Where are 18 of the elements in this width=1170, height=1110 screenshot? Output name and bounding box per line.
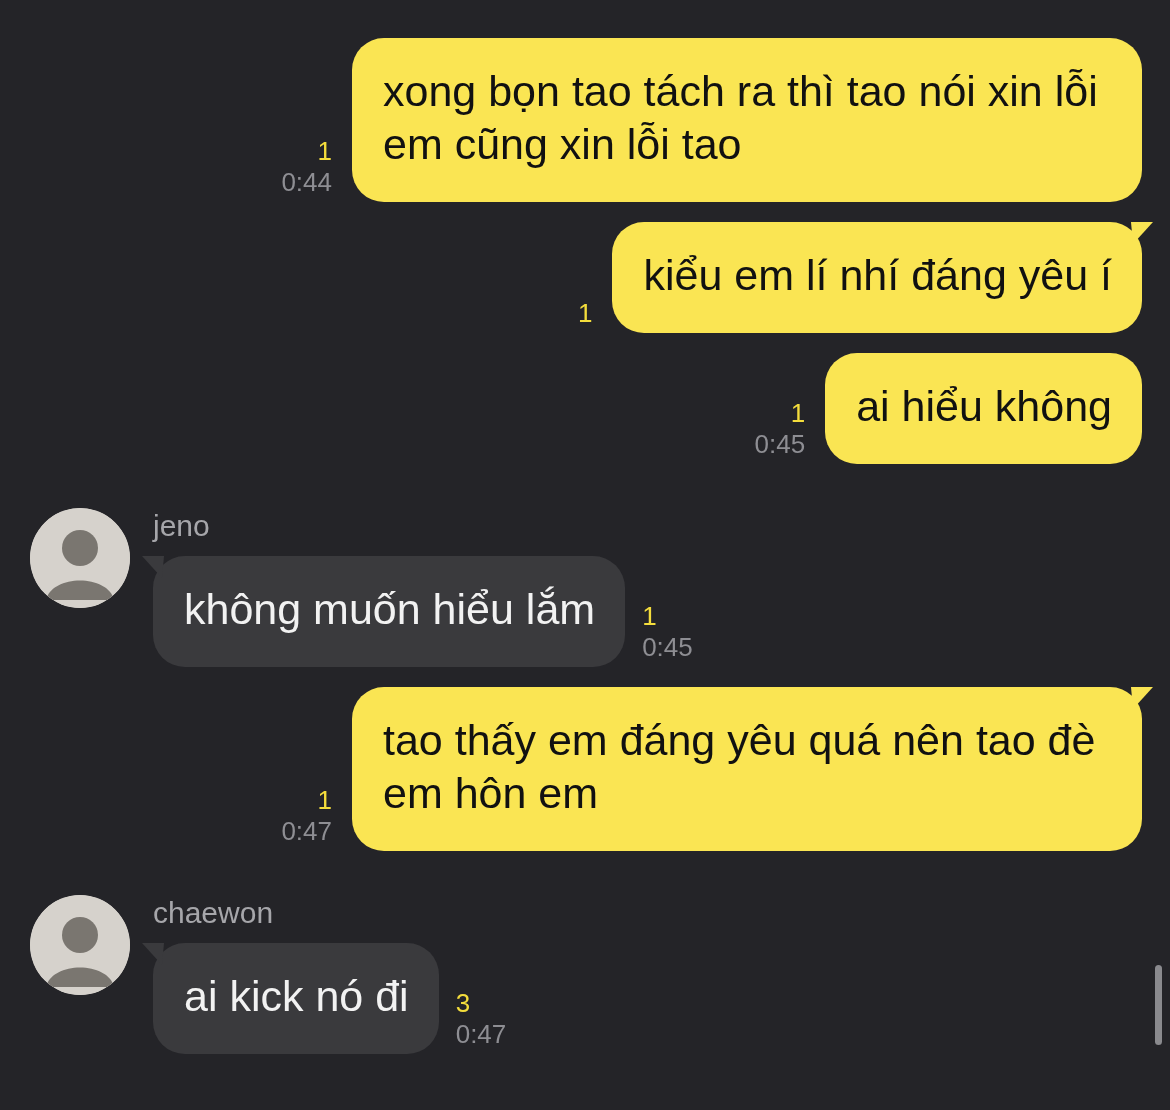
sender-name: chaewon [153, 895, 275, 931]
avatar[interactable] [30, 895, 130, 995]
unread-count: 1 [790, 398, 806, 429]
timestamp: 0:45 [642, 632, 693, 663]
unread-count: 1 [578, 298, 593, 329]
message-bubble: xong bọn tao tách ra thì tao nói xin lỗi em cũng xin lỗi tao [352, 38, 1142, 202]
unread-count: 1 [317, 136, 332, 167]
scrollbar[interactable] [1155, 965, 1162, 1045]
unread-count: 1 [642, 601, 657, 632]
timestamp: 0:47 [455, 1019, 507, 1050]
avatar[interactable] [30, 508, 130, 608]
timestamp: 0:45 [754, 429, 806, 460]
unread-count: 3 [455, 988, 471, 1019]
timestamp: 0:47 [281, 816, 332, 847]
unread-count: 1 [317, 785, 332, 816]
message-bubble: ai hiểu không [825, 353, 1142, 464]
sender-name: jeno [153, 508, 211, 544]
timestamp: 0:44 [281, 167, 332, 198]
